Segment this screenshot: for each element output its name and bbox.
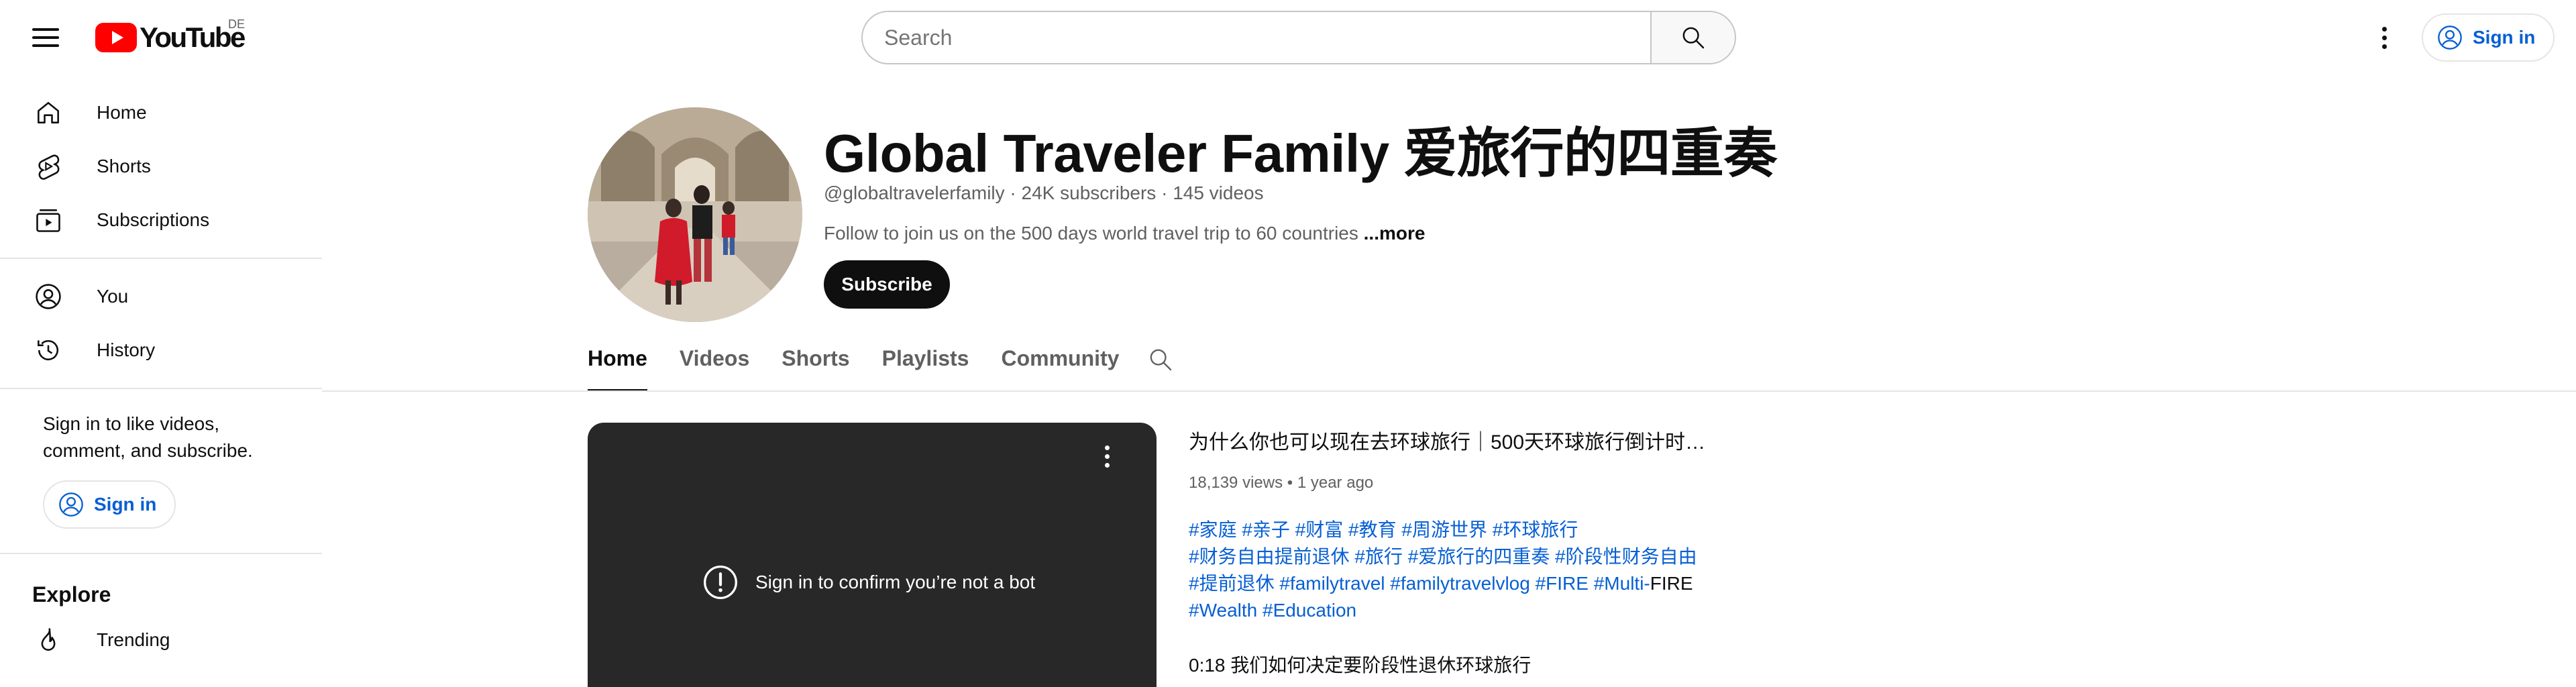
description-line: #Wealth #Education [1189, 597, 1792, 624]
video-description: #家庭 #亲子 #财富 #教育 #周游世界 #环球旅行 #财务自由提前退休 #旅… [1189, 517, 1792, 624]
signin-label: Sign in [2473, 27, 2536, 48]
subscribe-button[interactable]: Subscribe [824, 260, 950, 309]
chapter-line[interactable]: 0:18 我们如何决定要阶段性退休环球旅行 [1189, 652, 1531, 679]
settings-more-icon[interactable] [2368, 21, 2400, 54]
meta-separator: · [1156, 182, 1173, 203]
sidebar-item-subscriptions[interactable]: Subscriptions [0, 193, 322, 247]
signin-label: Sign in [94, 494, 157, 515]
search-icon [1150, 349, 1172, 371]
sidebar-item-you[interactable]: You [0, 270, 322, 323]
country-code: DE [228, 17, 246, 31]
tabs-divider [322, 390, 2576, 392]
video-player[interactable] [588, 423, 1157, 687]
channel-title: Global Traveler Family 爱旅行的四重奏 [824, 123, 1777, 183]
more-link[interactable]: ...more [1364, 223, 1426, 244]
video-more-icon[interactable] [1091, 440, 1123, 472]
bot-check-message: Sign in to confirm you’re not a bot [702, 564, 1035, 601]
channel-description[interactable]: Follow to join us on the 500 days world … [824, 223, 1425, 244]
sidebar-item-home[interactable]: Home [0, 86, 322, 140]
hashtag-link[interactable]: #提前退休 #familytravel #familytravelvlog #F… [1189, 573, 1650, 594]
hashtag-link[interactable]: #Wealth #Education [1189, 600, 1356, 621]
youtube-logo[interactable]: YouTube [95, 21, 246, 53]
channel-tabs: Home Videos Shorts Playlists Community [588, 341, 1151, 392]
trending-icon [32, 624, 64, 656]
subscriptions-icon [32, 204, 64, 236]
youtube-play-icon [95, 23, 137, 52]
subscriber-count: 24K subscribers [1021, 182, 1157, 203]
channel-avatar[interactable] [588, 107, 802, 322]
meta-separator: · [1004, 182, 1022, 203]
sidebar-divider [0, 388, 322, 389]
video-meta: 18,139 views • 1 year ago [1189, 474, 1373, 492]
sidebar-item-trending[interactable]: Trending [0, 613, 322, 667]
sidebar-item-label: Shorts [97, 156, 151, 176]
tab-community[interactable]: Community [1001, 341, 1119, 392]
sidebar-item-history[interactable]: History [0, 323, 322, 377]
hashtag-link[interactable]: #财务自由提前退休 #旅行 #爱旅行的四重奏 #阶段性财务自由 [1189, 546, 1697, 567]
sidebar-item-shorts[interactable]: Shorts [0, 140, 322, 193]
channel-search-button[interactable] [1144, 344, 1177, 376]
channel-description-text: Follow to join us on the 500 days world … [824, 223, 1358, 244]
shorts-icon [32, 150, 64, 182]
hashtag-link[interactable]: #家庭 #亲子 #财富 #教育 #周游世界 #环球旅行 [1189, 519, 1578, 540]
account-icon [2438, 25, 2462, 50]
sidebar-item-label: Subscriptions [97, 209, 210, 230]
search-icon [1682, 27, 1705, 49]
sidebar-divider [0, 258, 322, 259]
video-title[interactable]: 为什么你也可以现在去环球旅行｜500天环球旅行倒计时｜阶段... [1189, 425, 1725, 455]
bot-check-text: Sign in to confirm you’re not a bot [755, 572, 1036, 592]
signin-button[interactable]: Sign in [2422, 13, 2555, 62]
sidebar-divider [0, 553, 322, 554]
sidebar: Home Shorts Subscriptions You History Si… [0, 75, 322, 687]
you-icon [32, 280, 64, 313]
description-line: #提前退休 #familytravel #familytravelvlog #F… [1189, 570, 1792, 597]
sidebar-item-label: Home [97, 102, 147, 123]
video-count: 145 videos [1173, 182, 1264, 203]
alert-icon [704, 566, 737, 599]
search-input[interactable] [884, 25, 1652, 50]
tab-home[interactable]: Home [588, 341, 647, 392]
search-box [861, 11, 1652, 64]
signin-prompt-text: Sign in to like videos, comment, and sub… [43, 413, 253, 461]
history-icon [32, 334, 64, 366]
upload-age: 1 year ago [1297, 474, 1374, 492]
home-icon [32, 97, 64, 129]
explore-heading: Explore [32, 582, 111, 606]
menu-icon[interactable] [32, 21, 64, 54]
sidebar-signin-button[interactable]: Sign in [43, 480, 176, 529]
sidebar-item-label: History [97, 339, 156, 360]
tab-shorts[interactable]: Shorts [782, 341, 849, 392]
account-icon [59, 492, 83, 517]
search-button[interactable] [1650, 11, 1736, 64]
meta-separator: • [1283, 474, 1297, 492]
channel-handle[interactable]: @globaltravelerfamily [824, 182, 1005, 203]
description-line: #财务自由提前退休 #旅行 #爱旅行的四重奏 #阶段性财务自由 [1189, 543, 1792, 570]
masthead: YouTube DE Sign in [0, 0, 2576, 75]
channel-meta: @globaltravelerfamily · 24K subscribers … [824, 182, 1264, 204]
description-text: FIRE [1650, 573, 1693, 594]
tab-videos[interactable]: Videos [680, 341, 749, 392]
view-count: 18,139 views [1189, 474, 1283, 492]
avatar-photo [588, 107, 802, 322]
sidebar-item-label: Trending [97, 629, 170, 650]
sidebar-item-label: You [97, 286, 129, 307]
tab-playlists[interactable]: Playlists [882, 341, 969, 392]
description-line: #家庭 #亲子 #财富 #教育 #周游世界 #环球旅行 [1189, 517, 1792, 543]
